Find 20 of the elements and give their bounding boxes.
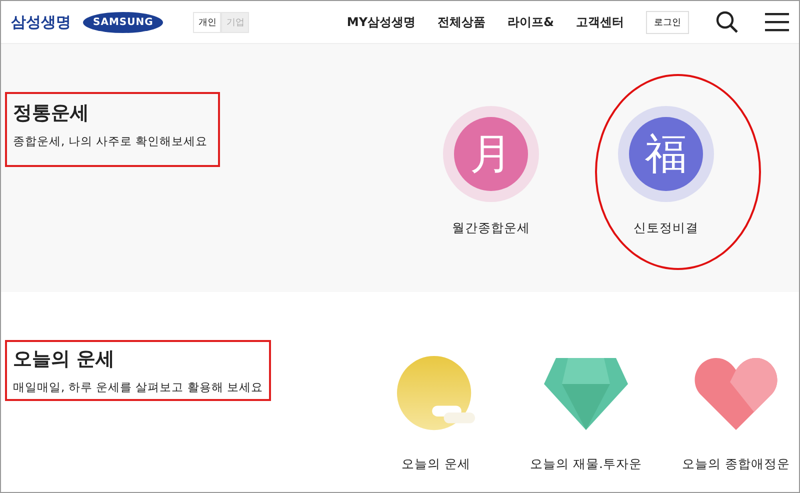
section-title: 오늘의 운세 — [13, 347, 116, 372]
segment-tab[interactable]: 개인 — [193, 12, 222, 32]
item-label[interactable]: 오늘의 종합애정운 — [682, 456, 790, 473]
section-subtitle: 매일매일, 하루 운세를 살펴보고 활용해 보세요 — [13, 380, 263, 395]
fortune-badge[interactable]: 福 — [618, 106, 714, 202]
samsung-logo: SAMSUNG — [83, 12, 164, 32]
nav-link[interactable]: 전체상품 — [438, 14, 486, 30]
nav-link[interactable]: 라이프& — [508, 14, 554, 30]
login-button[interactable]: 로그인 — [646, 10, 689, 34]
section-subtitle: 종합운세, 나의 사주로 확인해보세요 — [13, 134, 208, 149]
section-title: 정통운세 — [13, 101, 90, 126]
item-label[interactable]: 오늘의 운세 — [402, 456, 470, 473]
item-label[interactable]: 오늘의 재물.투자운 — [530, 456, 642, 473]
brand-logo[interactable]: 삼성생명 — [11, 12, 71, 32]
menu-icon[interactable] — [765, 12, 789, 32]
item-label[interactable]: 월간종합운세 — [452, 220, 530, 237]
item-label[interactable]: 신토정비결 — [634, 220, 698, 237]
search-icon[interactable] — [715, 10, 739, 34]
nav-link[interactable]: MY삼성생명 — [346, 14, 416, 30]
nav-link[interactable]: 고객센터 — [576, 14, 624, 30]
